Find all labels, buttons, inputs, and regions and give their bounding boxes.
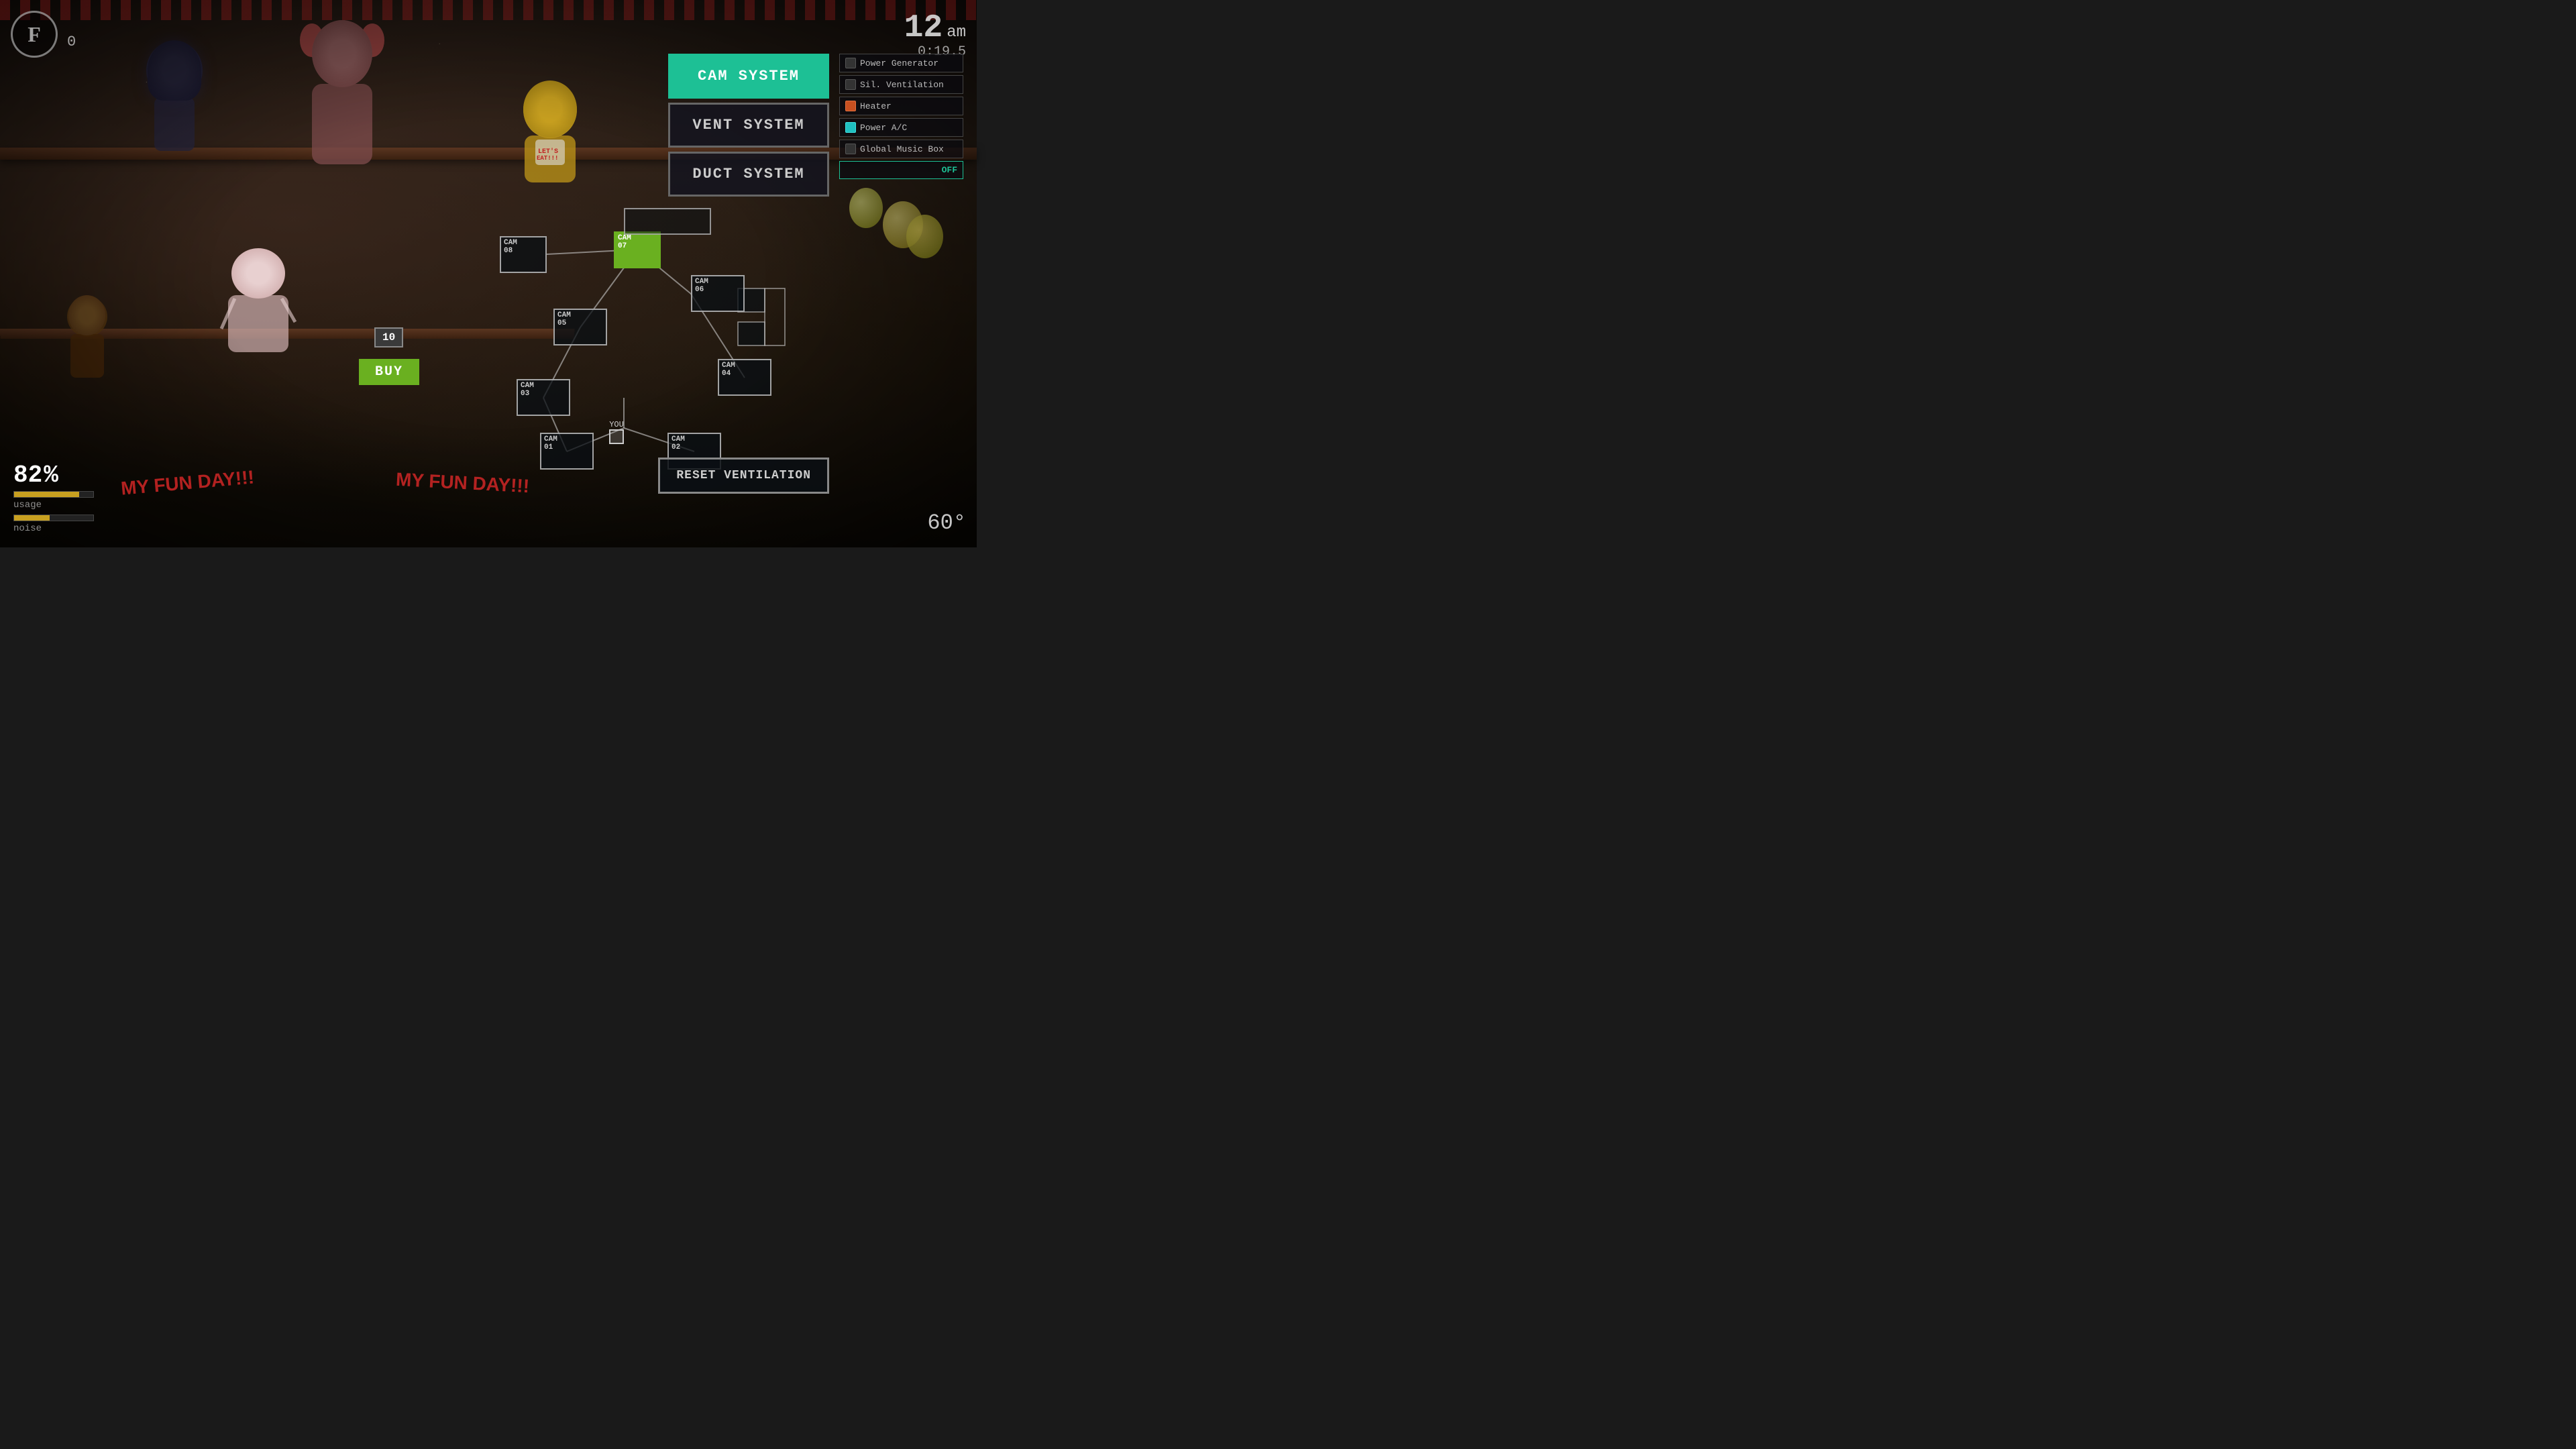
you-square — [609, 429, 624, 444]
cam-node-06[interactable]: CAM06 — [691, 275, 745, 312]
buy-button[interactable]: BUY — [359, 359, 419, 385]
camera-map: CAM07 CAM08 CAM06 CAM05 CAM04 CAM03 YOU … — [436, 208, 825, 496]
freddy-fazbear-logo: F — [11, 11, 58, 58]
logo-letter: F — [28, 22, 41, 47]
usage-percent: 82 — [13, 462, 42, 489]
cam-node-01[interactable]: CAM01 — [540, 433, 594, 470]
cam-node-08[interactable]: CAM08 — [500, 236, 547, 273]
usage-bar-fill — [14, 492, 79, 497]
duct-system-button[interactable]: DUCT SYSTEM — [668, 152, 829, 197]
clown-figure — [295, 20, 389, 188]
cam-node-07[interactable]: CAM07 — [614, 231, 661, 268]
usage-percent-symbol: % — [44, 462, 58, 489]
power-generator-indicator — [845, 58, 856, 68]
usage-bar-container — [13, 491, 94, 498]
power-ac-label: Power A/C — [860, 123, 907, 133]
balloon-3 — [906, 215, 943, 258]
sil-ventilation-indicator — [845, 79, 856, 90]
noise-bar-container — [13, 515, 94, 521]
svg-text:EAT!!!: EAT!!! — [537, 155, 558, 162]
side-item-heater[interactable]: Heater — [839, 97, 963, 115]
reset-ventilation-button[interactable]: RESET VENTILATION — [658, 458, 829, 494]
vent-system-button[interactable]: VENT SYSTEM — [668, 103, 829, 148]
score-display: 0 — [67, 34, 76, 50]
cam-node-05[interactable]: CAM05 — [553, 309, 607, 345]
usage-label: usage — [13, 500, 94, 511]
sil-ventilation-label: Sil. Ventilation — [860, 80, 944, 90]
heater-label: Heater — [860, 101, 892, 111]
time-period: am — [947, 23, 966, 42]
side-item-sil-ventilation[interactable]: Sil. Ventilation — [839, 75, 963, 94]
side-item-power-ac[interactable]: Power A/C — [839, 118, 963, 137]
power-generator-label: Power Generator — [860, 58, 938, 68]
price-tag: 10 — [374, 327, 403, 347]
you-indicator: YOU — [609, 420, 624, 444]
you-label: YOU — [609, 420, 624, 429]
chica-figure: LET'S EAT!!! — [510, 80, 590, 181]
cam-node-04[interactable]: CAM04 — [718, 359, 771, 396]
time-hour: 12 — [904, 12, 943, 44]
side-panel: Power Generator Sil. Ventilation Heater … — [839, 54, 963, 179]
time-display: 12 am 0:19.5 — [904, 12, 966, 60]
global-music-box-label: Global Music Box — [860, 144, 944, 154]
global-music-box-indicator — [845, 144, 856, 154]
cam-system-button[interactable]: CAM SYSTEM — [668, 54, 829, 99]
heater-indicator — [845, 101, 856, 111]
off-button[interactable]: OFF — [839, 161, 963, 179]
stats-panel: 82 % usage noise — [13, 462, 94, 534]
side-item-power-generator[interactable]: Power Generator — [839, 54, 963, 72]
top-connection-box — [624, 208, 711, 235]
garland-decoration — [0, 0, 977, 20]
balloon-2 — [849, 188, 883, 228]
mangle-figure — [215, 248, 302, 349]
noise-label: noise — [13, 523, 94, 534]
freddy-figure — [60, 295, 114, 376]
power-ac-indicator — [845, 122, 856, 133]
bonnie-figure — [134, 40, 215, 161]
side-item-global-music-box[interactable]: Global Music Box — [839, 140, 963, 158]
noise-bar-fill — [14, 515, 50, 521]
systems-panel: CAM SYSTEM VENT SYSTEM DUCT SYSTEM — [668, 54, 829, 197]
cam-node-03[interactable]: CAM03 — [517, 379, 570, 416]
temperature-display: 60° — [927, 511, 966, 535]
